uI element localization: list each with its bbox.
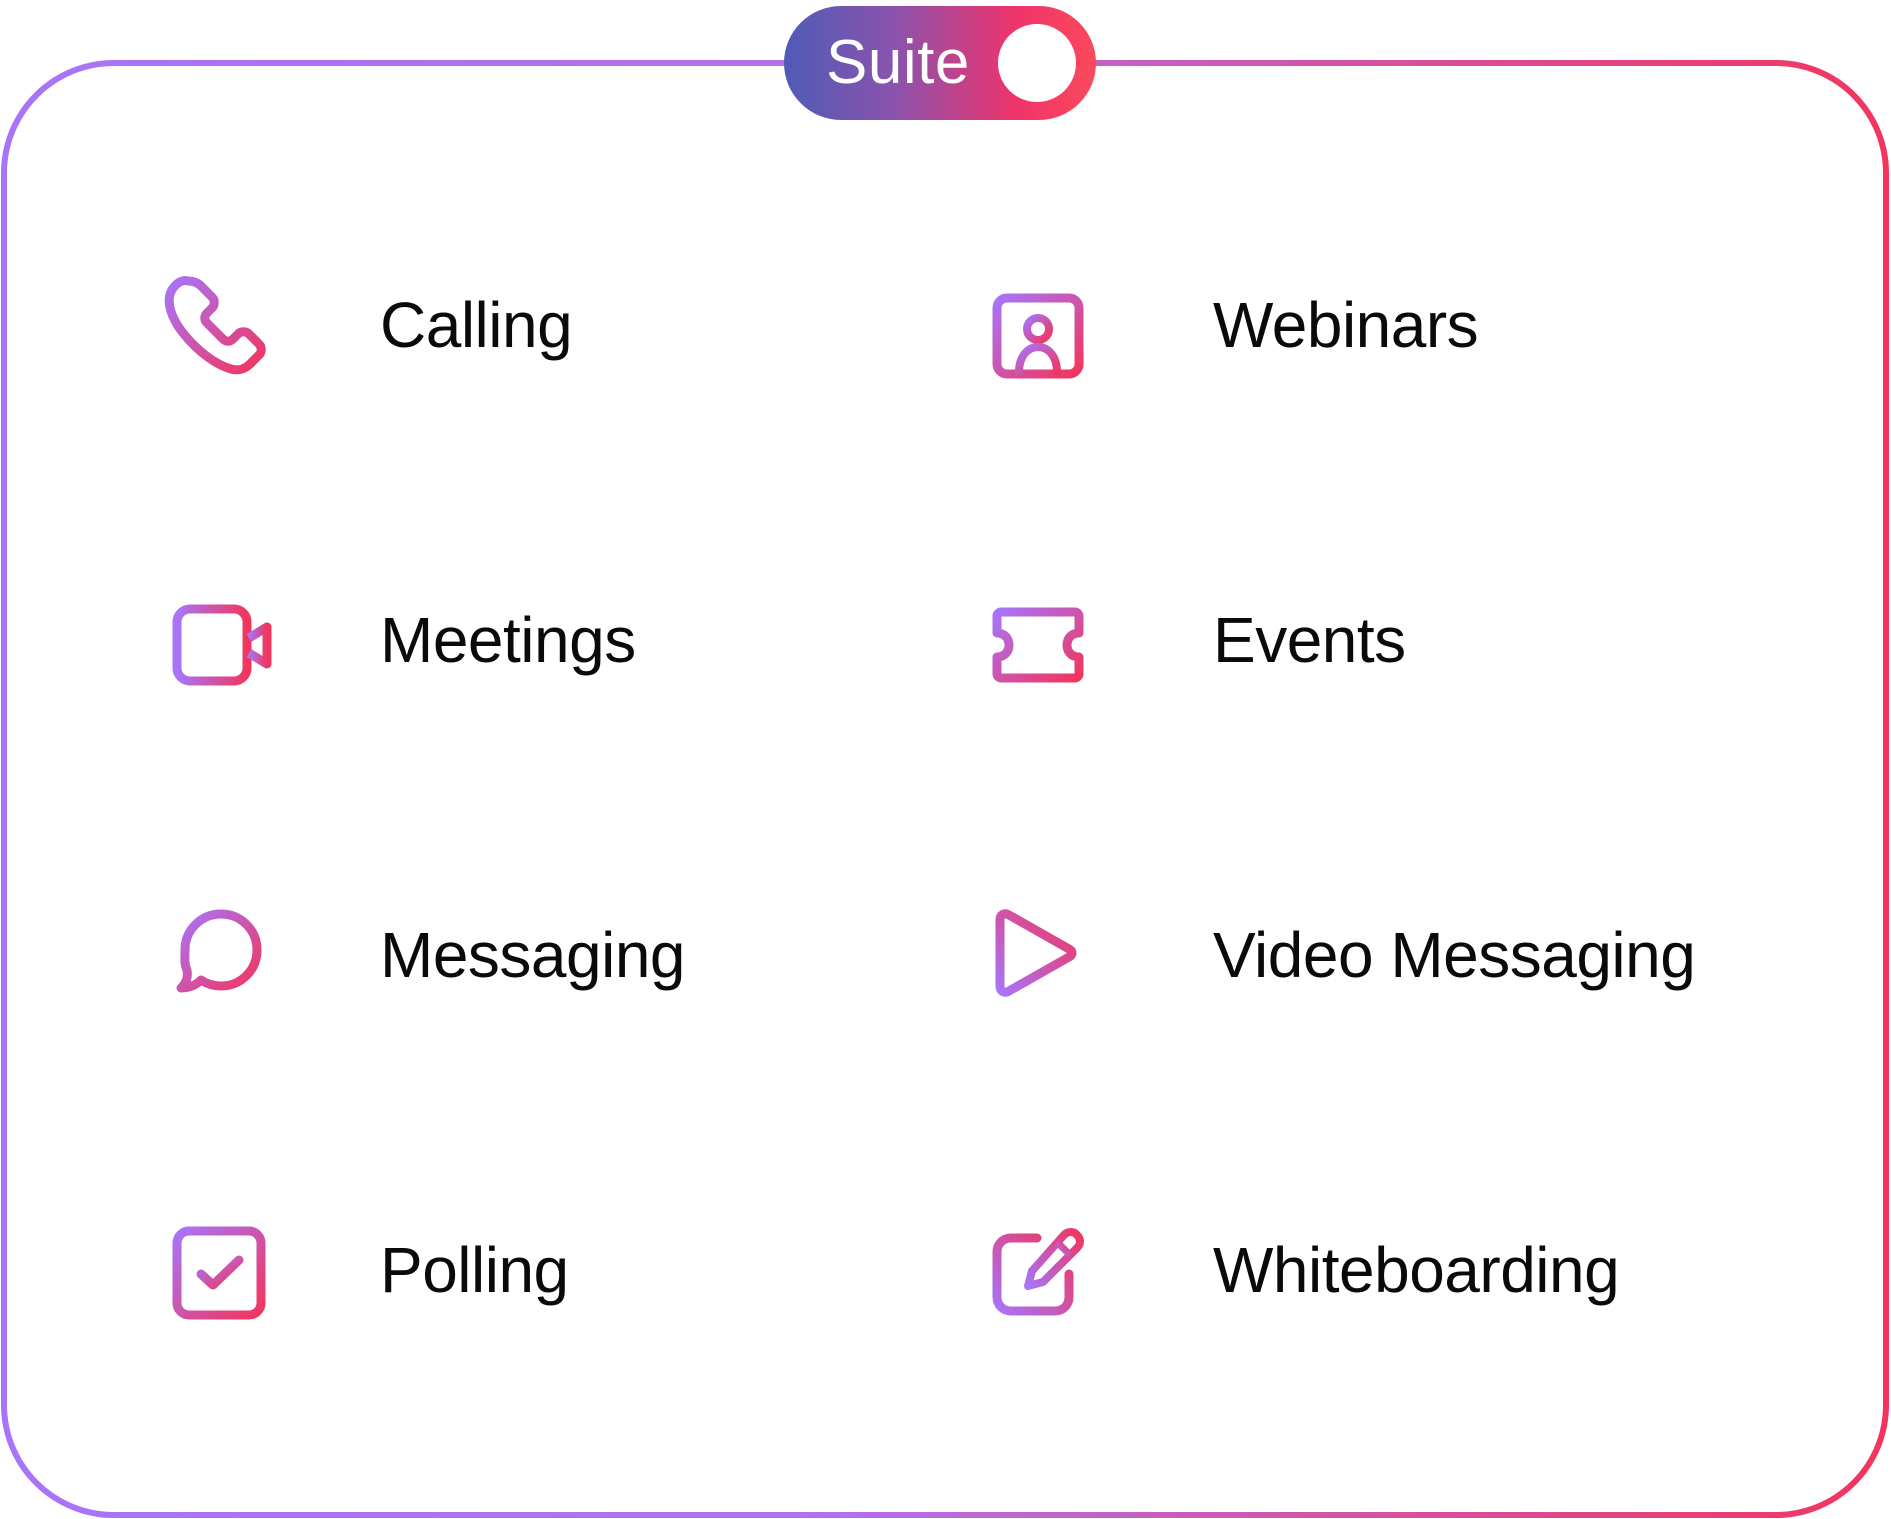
feature-calling[interactable]: Calling	[155, 265, 915, 385]
feature-video-messaging[interactable]: Video Messaging	[975, 895, 1735, 1015]
pencil-edit-icon	[975, 1210, 1095, 1330]
feature-label: Whiteboarding	[1213, 1234, 1620, 1306]
feature-meetings[interactable]: Meetings	[155, 580, 915, 700]
presenter-icon	[975, 265, 1095, 385]
play-icon	[975, 895, 1095, 1015]
feature-label: Polling	[380, 1234, 569, 1306]
feature-whiteboarding[interactable]: Whiteboarding	[975, 1210, 1735, 1330]
feature-label: Events	[1213, 604, 1406, 676]
feature-messaging[interactable]: Messaging	[155, 895, 915, 1015]
checkbox-icon	[155, 1210, 275, 1330]
feature-label: Meetings	[380, 604, 636, 676]
video-camera-icon	[155, 580, 275, 700]
feature-label: Messaging	[380, 919, 686, 991]
feature-polling[interactable]: Polling	[155, 1210, 915, 1330]
feature-label: Webinars	[1213, 289, 1479, 361]
feature-events[interactable]: Events	[975, 580, 1735, 700]
feature-label: Calling	[380, 289, 573, 361]
toggle-knob	[998, 24, 1076, 102]
ticket-icon	[975, 580, 1095, 700]
suite-toggle-label: Suite	[826, 28, 970, 97]
feature-webinars[interactable]: Webinars	[975, 265, 1735, 385]
suite-toggle[interactable]: Suite	[784, 6, 1096, 120]
feature-label: Video Messaging	[1213, 919, 1696, 991]
phone-icon	[155, 265, 275, 385]
chat-bubble-icon	[155, 895, 275, 1015]
